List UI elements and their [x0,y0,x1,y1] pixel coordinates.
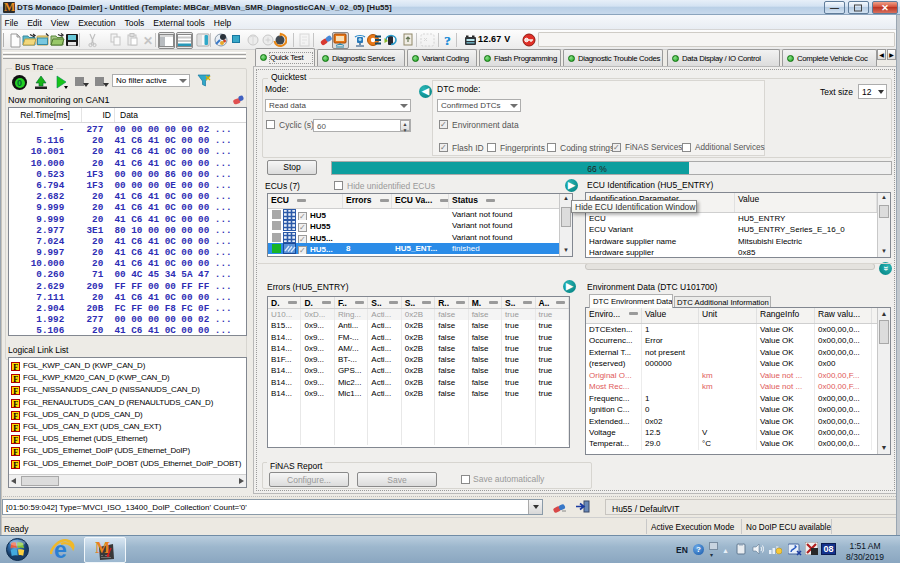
svg-text:M: M [95,539,110,556]
